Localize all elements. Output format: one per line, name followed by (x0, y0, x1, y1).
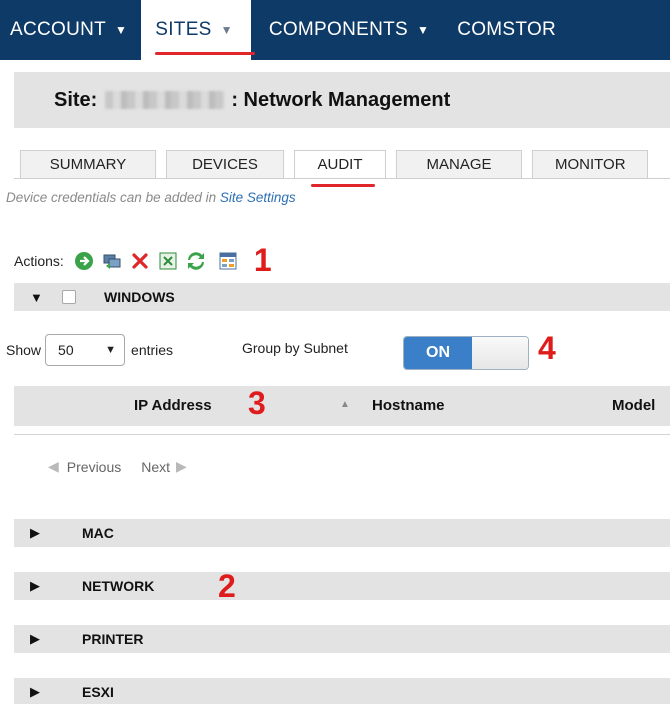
column-hostname[interactable]: Hostname (372, 397, 445, 414)
annotation-4: 4 (538, 330, 556, 366)
column-ip-address[interactable]: IP Address (134, 397, 212, 414)
show-label: Show (6, 342, 42, 358)
nav-comstor[interactable]: COMSTOR (443, 0, 570, 60)
group-by-subnet-label: Group by Subnet (242, 340, 348, 356)
tabs-divider (14, 178, 670, 179)
nav-sites[interactable]: SITES ▼ (141, 0, 255, 60)
column-model[interactable]: Model (612, 397, 655, 414)
nav-account-label: ACCOUNT (10, 19, 107, 40)
credentials-hint: Device credentials can be added in Site … (6, 190, 296, 205)
annotation-1: 1 (253, 242, 272, 278)
tab-devices-label: DEVICES (192, 156, 258, 173)
chevron-down-icon: ▼ (115, 23, 128, 37)
tab-monitor-label: MONITOR (555, 156, 626, 173)
nav-sites-label: SITES (155, 19, 212, 40)
tab-bar: SUMMARY DEVICES AUDIT MANAGE MONITOR (20, 150, 658, 187)
tab-manage[interactable]: MANAGE (396, 150, 522, 178)
group-windows-label: WINDOWS (104, 289, 175, 305)
select-all-checkbox[interactable] (62, 290, 76, 304)
tab-summary-label: SUMMARY (49, 156, 127, 173)
refresh-icon[interactable] (186, 251, 206, 271)
redacted-site-name (105, 91, 226, 109)
table-header: IP Address 3 ▲ Hostname Model (14, 385, 670, 426)
toggle-knob (472, 337, 528, 369)
group-esxi-label: ESXI (82, 684, 114, 700)
site-title-suffix: : Network Management (231, 88, 451, 111)
nav-account[interactable]: ACCOUNT ▼ (0, 0, 141, 60)
group-esxi[interactable]: ▶ ESXI (14, 678, 670, 704)
entries-select[interactable]: 50 ▼ (45, 334, 126, 366)
length-control: Show 50 ▼ entries (6, 334, 173, 366)
chevron-down-icon: ▼ (417, 23, 430, 37)
group-network-label: NETWORK (82, 578, 155, 594)
expanded-triangle-icon: ▼ (30, 289, 43, 305)
site-settings-link[interactable]: Site Settings (220, 190, 296, 205)
tab-manage-label: MANAGE (426, 156, 492, 173)
group-network[interactable]: ▶ NETWORK (14, 572, 670, 600)
chevron-down-icon: ▼ (220, 23, 233, 37)
tab-devices[interactable]: DEVICES (166, 150, 284, 178)
actions-toolbar: Actions: 1 (14, 242, 272, 279)
previous-arrow-icon: ◀ (48, 458, 59, 474)
collapsed-triangle-icon: ▶ (30, 525, 40, 540)
entries-value: 50 (58, 342, 74, 358)
chevron-down-icon: ▼ (105, 344, 117, 356)
previous-button[interactable]: Previous (67, 459, 121, 475)
excel-export-icon[interactable] (158, 251, 178, 271)
page-title: Site: : Network Management (14, 72, 670, 128)
group-by-subnet-toggle[interactable]: ON (403, 336, 529, 370)
annotation-3: 3 (248, 385, 266, 421)
next-arrow-icon: ▶ (176, 458, 187, 474)
pagination: ◀ Previous Next ▶ (48, 458, 187, 475)
toggle-on-state: ON (404, 337, 472, 369)
computer-transfer-icon[interactable] (102, 251, 122, 271)
nav-comstor-label: COMSTOR (457, 19, 557, 40)
group-windows[interactable]: ▼ WINDOWS (14, 283, 670, 311)
go-arrow-icon[interactable] (74, 251, 94, 271)
collapsed-triangle-icon: ▶ (30, 684, 40, 699)
tab-audit-label: AUDIT (317, 156, 363, 173)
group-mac[interactable]: ▶ MAC (14, 519, 670, 547)
grid-columns-icon[interactable] (218, 251, 238, 271)
group-printer-label: PRINTER (82, 631, 144, 647)
annotation-2: 2 (218, 568, 236, 604)
site-prefix: Site: (54, 88, 98, 111)
group-printer[interactable]: ▶ PRINTER (14, 625, 670, 653)
tab-summary[interactable]: SUMMARY (20, 150, 156, 178)
hint-text: Device credentials can be added in (6, 190, 220, 205)
tab-monitor[interactable]: MONITOR (532, 150, 648, 178)
actions-label: Actions: (14, 252, 64, 269)
collapsed-triangle-icon: ▶ (30, 578, 40, 593)
sort-ascending-icon[interactable]: ▲ (340, 399, 350, 410)
group-mac-label: MAC (82, 525, 114, 541)
nav-components-label: COMPONENTS (268, 19, 409, 40)
delete-x-icon[interactable] (130, 251, 150, 271)
next-button[interactable]: Next (141, 459, 170, 475)
table-divider (14, 434, 670, 435)
collapsed-triangle-icon: ▶ (30, 631, 40, 646)
top-nav: ACCOUNT ▼ SITES ▼ COMPONENTS ▼ COMSTOR (0, 0, 670, 60)
entries-label: entries (131, 342, 174, 358)
tab-audit[interactable]: AUDIT (294, 150, 386, 187)
nav-components[interactable]: COMPONENTS ▼ (251, 0, 443, 60)
